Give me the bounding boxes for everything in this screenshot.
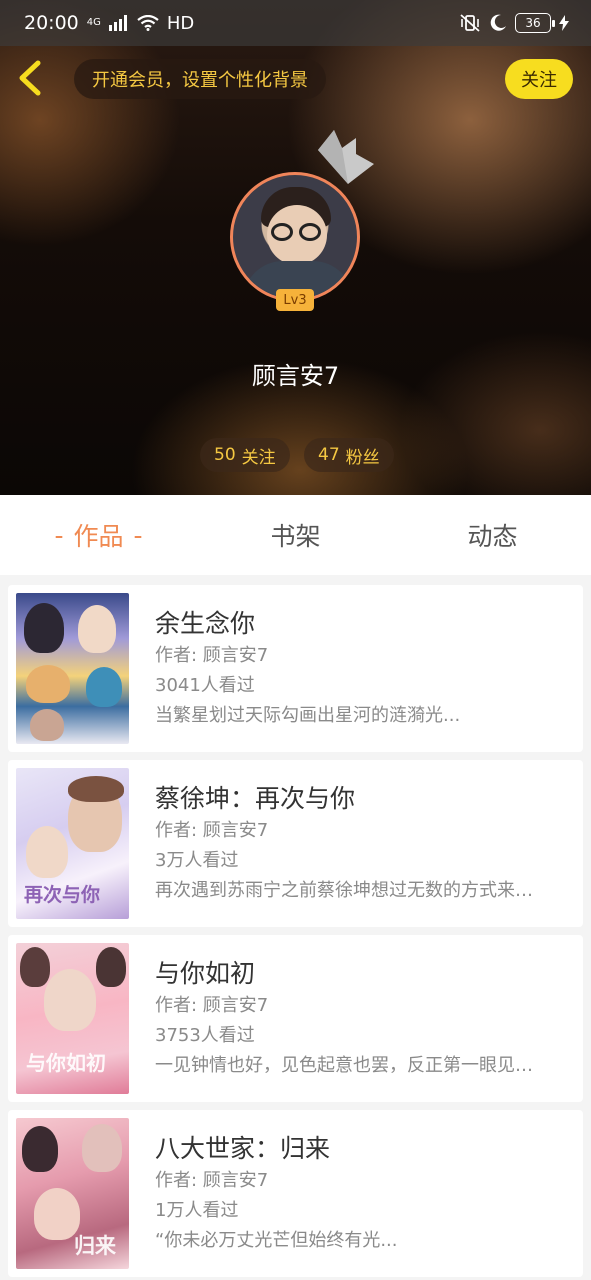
work-views: 3753人看过: [155, 1025, 255, 1046]
work-author: 作者: 顾言安7: [155, 820, 269, 841]
book-cover: [16, 593, 129, 744]
username: 顾言安7: [251, 362, 340, 390]
work-title: 余生念你: [155, 609, 256, 638]
work-views: 3万人看过: [155, 850, 239, 871]
book-cover: 再次与你: [16, 768, 129, 919]
vip-background-prompt[interactable]: 开通会员，设置个性化背景: [74, 59, 326, 99]
hd-indicator: HD: [166, 12, 195, 34]
work-card[interactable]: 归来 八大世家：归来 作者: 顾言安7 1万人看过 “你未必万丈光芒但始终有光.…: [8, 1110, 583, 1277]
work-card[interactable]: 余生念你 作者: 顾言安7 3041人看过 当繁星划过天际勾画出星河的涟漪光..…: [8, 585, 583, 752]
follow-button-label: 关注: [521, 70, 557, 91]
works-list: 余生念你 作者: 顾言安7 3041人看过 当繁星划过天际勾画出星河的涟漪光..…: [8, 585, 583, 1280]
work-author: 作者: 顾言安7: [155, 1170, 269, 1191]
battery-level: 36: [525, 16, 541, 30]
fans-stat[interactable]: 47 粉丝: [304, 438, 394, 472]
back-button[interactable]: [14, 58, 50, 98]
vip-prompt-text: 开通会员，设置个性化背景: [92, 70, 308, 91]
work-description: “你未必万丈光芒但始终有光...: [155, 1230, 398, 1251]
work-description: 当繁星划过天际勾画出星河的涟漪光...: [155, 705, 461, 726]
moon-icon: [490, 14, 506, 31]
level-text: Lv3: [283, 292, 307, 308]
level-badge: Lv3: [276, 289, 314, 311]
tab-bookshelf[interactable]: 书架: [197, 495, 394, 575]
work-author: 作者: 顾言安7: [155, 995, 269, 1016]
book-cover: 归来: [16, 1118, 129, 1269]
tab-activity-label: 动态: [467, 522, 518, 551]
work-description: 再次遇到苏雨宁之前蔡徐坤想过无数的方式来…: [155, 880, 533, 901]
status-bar: 20:00 4G HD 36: [0, 0, 591, 46]
book-cover: 与你如初: [16, 943, 129, 1094]
tab-works-label: 作品: [73, 522, 124, 551]
battery-icon: 36: [515, 13, 555, 33]
tab-bookshelf-label: 书架: [270, 522, 321, 551]
cover-title-text: 再次与你: [24, 884, 101, 906]
charging-icon: [559, 15, 569, 31]
work-card[interactable]: 再次与你 蔡徐坤：再次与你 作者: 顾言安7 3万人看过 再次遇到苏雨宁之前蔡徐…: [8, 760, 583, 927]
fans-label: 粉丝: [345, 447, 380, 468]
fans-count: 47: [318, 445, 340, 465]
profile-tabs: 作品 书架 动态: [0, 495, 591, 575]
tab-works[interactable]: 作品: [0, 495, 197, 575]
work-card[interactable]: 与你如初 与你如初 作者: 顾言安7 3753人看过 一见钟情也好，见色起意也罢…: [8, 935, 583, 1102]
tab-activity[interactable]: 动态: [394, 495, 591, 575]
follow-button[interactable]: 关注: [505, 59, 573, 99]
work-description: 一见钟情也好，见色起意也罢，反正第一眼见…: [155, 1055, 533, 1076]
network-type: 4G: [86, 17, 101, 28]
work-title: 八大世家：归来: [155, 1134, 331, 1163]
cover-title-text: 与你如初: [26, 1051, 106, 1075]
work-title: 蔡徐坤：再次与你: [155, 784, 356, 813]
profile-header: 20:00 4G HD 36 开通会员，设置个性化背景 关注 Lv3 顾言安7 …: [0, 0, 591, 495]
work-views: 1万人看过: [155, 1200, 239, 1221]
mute-vibrate-icon: [460, 14, 480, 32]
following-stat[interactable]: 50 关注: [200, 438, 290, 472]
avatar[interactable]: [230, 172, 360, 302]
work-views: 3041人看过: [155, 675, 255, 696]
cover-title-text: 归来: [74, 1234, 116, 1258]
following-count: 50: [214, 445, 236, 465]
status-time: 20:00: [24, 12, 79, 34]
wifi-icon: [137, 15, 159, 31]
work-title: 与你如初: [155, 959, 256, 988]
work-author: 作者: 顾言安7: [155, 645, 269, 666]
chevron-left-icon: [19, 60, 41, 96]
signal-icon: [108, 15, 127, 31]
following-label: 关注: [241, 447, 276, 468]
